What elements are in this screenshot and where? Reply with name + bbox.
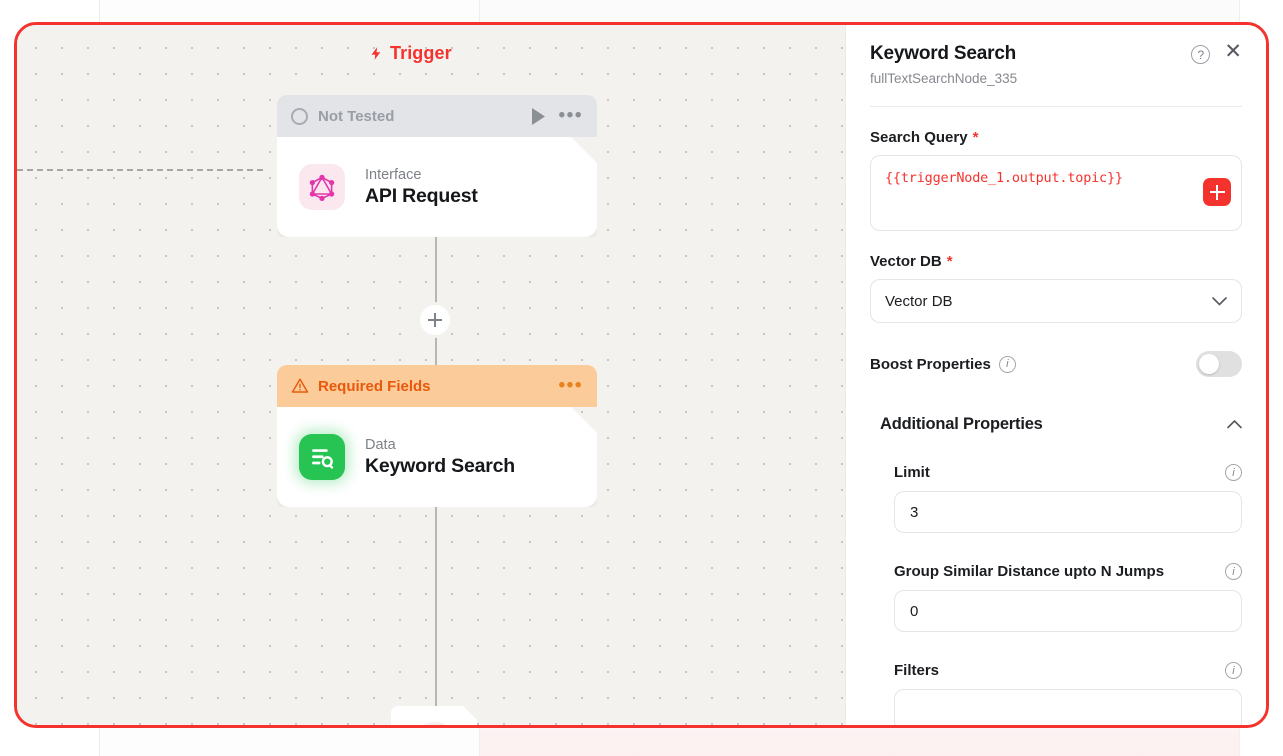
vector-db-label-text: Vector DB (870, 253, 942, 270)
info-icon[interactable]: i (1225, 662, 1242, 679)
search-query-value: {{triggerNode_1.output.topic}} (885, 170, 1123, 186)
node-status-label: Required Fields (318, 377, 431, 395)
alignment-guide-line (17, 169, 263, 171)
field-filters-input[interactable] (894, 689, 1242, 725)
boost-properties-row[interactable]: Boost Properties i (870, 351, 1242, 377)
field-group-similar-distance-label: Group Similar Distance upto N Jumps (894, 563, 1165, 580)
search-query-label: Search Query * (870, 129, 1242, 146)
more-options-icon[interactable]: ••• (559, 106, 583, 125)
add-node-button[interactable] (420, 305, 450, 335)
node-status-bar[interactable]: Required Fields ••• (277, 365, 597, 407)
panel-header: Keyword Search ? ✕ (870, 41, 1242, 65)
graphql-icon (299, 164, 345, 210)
info-icon[interactable]: i (1225, 464, 1242, 481)
node-category: Data (365, 436, 396, 453)
vector-db-label: Vector DB * (870, 253, 1242, 270)
warning-triangle-icon (291, 378, 309, 393)
trigger-label: Trigger (369, 43, 452, 64)
highlight-frame: Trigger Not Tested ••• Interface API Req… (14, 22, 1269, 728)
plus-icon (428, 313, 442, 327)
field-limit-input[interactable]: 3 (894, 491, 1242, 533)
field-limit-label: Limit (894, 464, 930, 481)
field-group-similar-distance-input[interactable]: 0 (894, 590, 1242, 632)
field-limit: Limit i 3 (894, 464, 1242, 533)
required-marker: * (946, 253, 953, 270)
info-icon[interactable]: i (1225, 563, 1242, 580)
required-marker: * (972, 129, 979, 146)
node-status-bar[interactable]: Not Tested ••• (277, 95, 597, 137)
node-status-label: Not Tested (318, 107, 395, 125)
node-title: Keyword Search (365, 454, 516, 477)
search-query-input[interactable]: {{triggerNode_1.output.topic}} (870, 155, 1242, 231)
question-mark-icon[interactable]: ? (1191, 45, 1211, 64)
boost-properties-label: Boost Properties (870, 355, 991, 373)
add-variable-icon[interactable] (1203, 178, 1231, 206)
info-icon[interactable]: i (998, 355, 1016, 373)
node-category: Interface (365, 166, 422, 183)
panel-divider (870, 106, 1242, 107)
panel-title: Keyword Search (870, 43, 1017, 64)
close-icon[interactable]: ✕ (1224, 41, 1242, 62)
node-config-panel[interactable]: Keyword Search ? ✕ fullTextSearchNode_33… (845, 25, 1266, 725)
field-group-similar-distance: Group Similar Distance upto N Jumps i 0 (894, 563, 1242, 632)
node-body[interactable]: Data Keyword Search (277, 407, 597, 507)
boost-properties-toggle[interactable] (1196, 351, 1242, 377)
keyword-search-icon (299, 434, 345, 480)
node-title: API Request (365, 184, 478, 207)
node-connector (435, 507, 437, 707)
field-filters: Filters i (894, 662, 1242, 725)
chevron-down-icon (1212, 296, 1227, 306)
trigger-label-text: Trigger (390, 43, 452, 63)
node-keyword-search[interactable]: Required Fields ••• Data Keyword Search (277, 365, 597, 507)
search-query-label-text: Search Query (870, 129, 968, 146)
field-filters-label: Filters (894, 662, 940, 679)
more-options-icon[interactable]: ••• (559, 376, 583, 395)
vector-db-select[interactable]: Vector DB (870, 279, 1242, 323)
play-icon[interactable] (530, 107, 547, 126)
vector-db-selected-value: Vector DB (885, 292, 953, 310)
additional-properties-header[interactable]: Additional Properties (880, 415, 1242, 434)
workflow-canvas[interactable]: Trigger Not Tested ••• Interface API Req… (17, 25, 848, 725)
node-connector (435, 237, 437, 367)
empty-circle-icon (291, 107, 308, 125)
panel-node-id: fullTextSearchNode_335 (870, 71, 1018, 86)
node-body[interactable]: Interface API Request (277, 137, 597, 237)
additional-properties-title: Additional Properties (880, 415, 1043, 433)
chevron-up-icon[interactable] (1227, 420, 1242, 429)
node-api-request[interactable]: Not Tested ••• Interface API Request (277, 95, 597, 237)
lightning-bolt-icon (371, 47, 381, 60)
